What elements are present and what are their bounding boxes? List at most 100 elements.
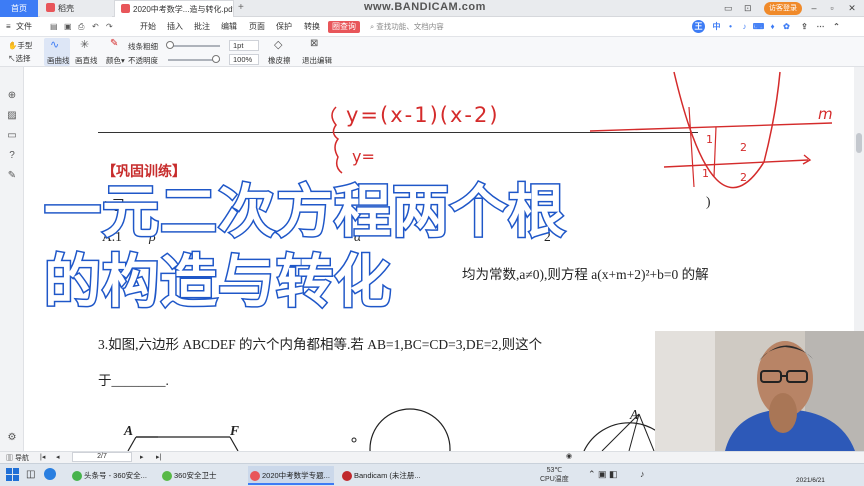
wps-pdf-icon [250,471,260,481]
hand-icon: ✋ [8,41,18,50]
nav-toggle[interactable]: ▥ 导航 [6,453,29,463]
tab-daoke[interactable]: 稻壳 [40,0,112,17]
menu-icon[interactable]: ≡ [6,21,11,33]
thickness-select[interactable]: 1pt [229,40,259,51]
cpu-temp-widget[interactable]: 53℃ CPU温度 [540,466,569,484]
page-number-field[interactable]: 2/7 [72,452,132,462]
ink-toolbar: ✋手型 ↖选择 ∿ 画曲线 ✳ 画直线 ✎ 颜色▾ 线条粗细 不透明度 1pt … [0,37,864,67]
print-icon[interactable]: ⎙ [78,21,84,33]
cpu-temp-label: CPU温度 [540,476,569,483]
last-page-icon[interactable]: ▸| [156,453,161,461]
eraser-icon[interactable]: ◇ [274,38,282,51]
save-icon[interactable]: ▣ [64,21,72,33]
window-pin-icon[interactable]: ⊡ [744,3,752,14]
opacity-value: 100% [233,55,253,64]
help-icon[interactable]: ? [5,149,19,163]
chevron-down-icon: ▾ [121,56,125,65]
new-tab-icon[interactable]: + [238,2,244,13]
comment-icon[interactable]: ▭ [5,129,19,143]
pen-color-icon[interactable]: ✎ [110,38,118,49]
exit-edit-icon[interactable]: ⊠ [310,38,318,49]
curve-pen-icon[interactable]: ∿ [50,38,59,51]
tray-icons[interactable]: ⌃ ▣ ◧ [588,469,618,480]
straight-pen-icon[interactable]: ✳ [80,38,89,51]
ink-vertical-2 [713,126,717,178]
ime-punctuation-icon[interactable]: • [724,20,737,33]
volume-icon[interactable]: ♪ [640,469,645,479]
window-layout-icon[interactable]: ▭ [724,3,733,14]
redo-icon[interactable]: ↷ [106,21,113,33]
undo-icon[interactable]: ↶ [92,21,99,33]
settings-icon[interactable]: ⚙ [5,431,19,445]
hand-tool[interactable]: ✋手型 [8,40,32,51]
cursor-icon: ↖ [8,54,16,63]
search-box[interactable]: ⌕ 查找功能、文档内容 [370,21,444,32]
tab-home[interactable]: 首页 [0,0,38,17]
opacity-select[interactable]: 100% [229,54,259,65]
ink-equation-2: y= [352,147,375,166]
opacity-label: 不透明度 [128,56,158,65]
task-toutiao-label: 头条号 - 360安全... [84,471,147,480]
task-360[interactable]: 360安全卫士 [160,466,240,485]
thickness-slider-knob[interactable] [166,41,174,49]
eraser-label[interactable]: 橡皮擦 [268,55,291,66]
ime-skin-icon[interactable]: ♦ [766,20,779,33]
video-title-line-1: 一元二次方程两个根 [43,179,567,245]
file-menu[interactable]: 文件 [16,21,32,33]
ink-label-2: 2 [740,141,747,154]
more-icon[interactable]: ⋯ [814,20,827,33]
menu-annotate[interactable]: 批注 [194,21,210,33]
menu-start[interactable]: 开始 [140,21,156,33]
straight-pen-label[interactable]: 画直线 [75,55,98,66]
task-pdf-label: 2020中考数学专题... [262,471,330,480]
thickness-value: 1pt [233,41,244,50]
ime-tools-icon[interactable]: ✿ [780,20,793,33]
ime-voice-icon[interactable]: ♪ [738,20,751,33]
menu-protect[interactable]: 保护 [276,21,292,33]
ime-chinese-icon[interactable]: 中 [710,20,723,33]
line-thickness-label: 线条粗细 [128,42,158,51]
windows-start-icon[interactable] [6,468,20,482]
edit-icon[interactable]: ✎ [5,169,19,183]
share-icon[interactable]: ⇪ [798,20,811,33]
nav-icon: ▥ [6,455,15,462]
menu-insert[interactable]: 插入 [167,21,183,33]
ink-equation-1: y=(x-1)(x-2) [346,103,500,127]
eye-icon[interactable]: ◉ [566,452,572,460]
scrollbar-thumb[interactable] [856,133,862,153]
page-thumbnail-icon[interactable]: ▨ [5,109,19,123]
wps-assistant-icon[interactable]: 王 [692,20,705,33]
left-sidebar: ⊕ ▨ ▭ ? ✎ ⚙ [0,67,24,451]
menu-edit[interactable]: 编辑 [221,21,237,33]
prev-page-icon[interactable]: ◂ [56,453,60,461]
close-icon[interactable]: ✕ [846,2,858,14]
menu-circle-query[interactable]: 圈查询 [328,21,360,33]
menu-convert[interactable]: 转换 [304,21,320,33]
menu-page[interactable]: 页面 [249,21,265,33]
task-bandicam[interactable]: Bandicam (未注册... [340,466,424,485]
edge-browser-icon[interactable] [44,468,56,480]
task-view-icon[interactable]: ◫ [26,469,35,480]
color-picker[interactable]: 颜色▾ [106,55,125,66]
ime-keyboard-icon[interactable]: ⌨ [752,20,765,33]
task-bandicam-label: Bandicam (未注册... [354,471,421,480]
ink-label-m: m [818,105,833,123]
thickness-slider[interactable] [168,45,220,47]
task-toutiao[interactable]: 头条号 - 360安全... [70,466,156,485]
maximize-icon[interactable]: ▫ [826,2,838,14]
tab-pdf-label: 2020中考数学...造与转化.pdf [133,5,234,14]
minimize-icon[interactable]: – [808,2,820,14]
open-icon[interactable]: ▤ [50,21,58,33]
collapse-icon[interactable]: ⌃ [830,20,843,33]
next-page-icon[interactable]: ▸ [140,453,144,461]
select-tool[interactable]: ↖选择 [8,53,31,64]
curve-pen-label[interactable]: 画曲线 [47,55,70,66]
search-icon: ⌕ [370,22,375,31]
task-pdf[interactable]: 2020中考数学专题... [248,466,334,485]
exit-edit-label[interactable]: 退出编辑 [302,55,332,66]
visitor-login-button[interactable]: 访客登录 [764,2,802,15]
opacity-slider-knob[interactable] [212,55,220,63]
first-page-icon[interactable]: |◂ [40,453,45,461]
video-title-line-2: 的构造与转化 [43,249,393,315]
tab-pdf-document[interactable]: 2020中考数学...造与转化.pdf [114,0,234,17]
